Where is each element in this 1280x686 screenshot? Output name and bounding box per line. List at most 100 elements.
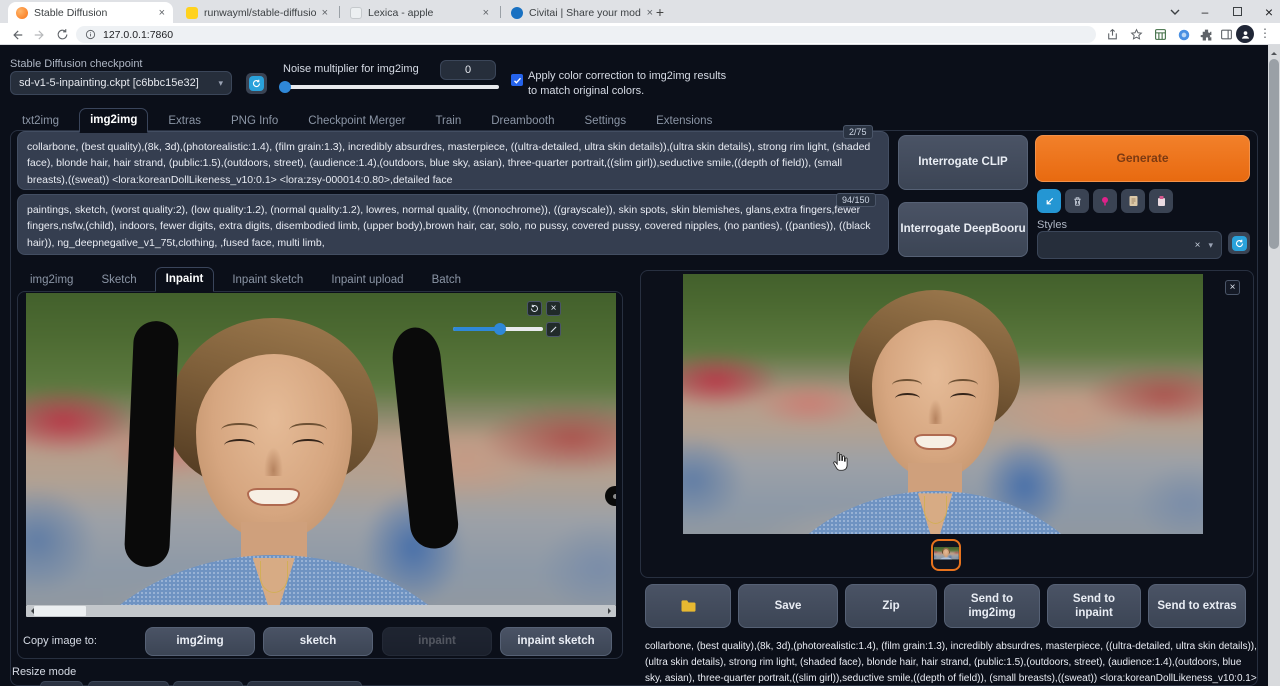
refresh-icon: [1232, 236, 1247, 251]
browser-tab-civitai[interactable]: Civitai | Share your models ×: [503, 2, 661, 23]
browser-tab-runwayml[interactable]: runwayml/stable-diffusion-inpai ×: [178, 2, 336, 23]
resize-option[interactable]: [247, 681, 362, 686]
generate-button[interactable]: Generate: [1035, 135, 1250, 182]
save-style-button[interactable]: [1149, 189, 1173, 213]
scrollbar-thumb[interactable]: [1269, 59, 1279, 249]
close-gallery-button[interactable]: ×: [1225, 280, 1240, 295]
tab-img2img-mode[interactable]: img2img: [20, 269, 83, 292]
tab-dreambooth[interactable]: Dreambooth: [481, 110, 564, 133]
brush-button[interactable]: [546, 322, 561, 337]
scroll-up-icon[interactable]: [1271, 49, 1277, 55]
tab-batch[interactable]: Batch: [422, 269, 471, 292]
mouse-pointer-cursor: [831, 451, 850, 473]
style-card-icon: [1128, 195, 1139, 207]
extension-blue-icon[interactable]: [1175, 26, 1192, 43]
window-minimize-button[interactable]: –: [1190, 0, 1220, 23]
browser-tab-lexica[interactable]: Lexica - apple ×: [342, 2, 497, 23]
tab-close-icon[interactable]: ×: [483, 7, 489, 19]
share-icon[interactable]: [1104, 26, 1121, 43]
photo-person: [839, 290, 1031, 534]
resize-option[interactable]: [40, 681, 83, 686]
window-maximize-button[interactable]: [1222, 0, 1252, 23]
browser-menu-icon[interactable]: ⋮: [1259, 26, 1271, 40]
interrogate-deepbooru-button[interactable]: Interrogate DeepBooru: [898, 202, 1028, 257]
scroll-right-icon[interactable]: [608, 608, 614, 614]
scrollbar-thumb[interactable]: [34, 606, 86, 616]
styles-dropdown[interactable]: × ▾: [1037, 231, 1222, 259]
noise-multiplier-input[interactable]: 0: [440, 60, 496, 80]
save-button[interactable]: Save: [738, 584, 838, 628]
zip-button[interactable]: Zip: [845, 584, 937, 628]
extensions-puzzle-icon[interactable]: [1198, 26, 1215, 43]
copy-to-img2img-button[interactable]: img2img: [145, 627, 255, 656]
tab-img2img[interactable]: img2img: [79, 108, 148, 133]
profile-avatar[interactable]: [1236, 25, 1254, 43]
tab-train[interactable]: Train: [425, 110, 471, 133]
tab-extensions[interactable]: Extensions: [646, 110, 722, 133]
back-icon[interactable]: [8, 26, 25, 43]
styles-refresh-button[interactable]: [1228, 232, 1250, 254]
tab-settings[interactable]: Settings: [575, 110, 637, 133]
extension-grid-icon[interactable]: [1152, 26, 1169, 43]
noise-multiplier-slider[interactable]: [281, 85, 499, 89]
apply-style-button[interactable]: [1121, 189, 1145, 213]
civitai-favicon-icon: [511, 7, 523, 19]
resize-option[interactable]: [88, 681, 169, 686]
inpaint-canvas[interactable]: ×: [26, 293, 616, 605]
extra-networks-button[interactable]: [1093, 189, 1117, 213]
tab-txt2img[interactable]: txt2img: [12, 110, 69, 133]
checkpoint-refresh-button[interactable]: [246, 73, 267, 94]
browser-navbar: 127.0.0.1:7860 ⋮: [0, 23, 1280, 45]
negative-prompt-token-counter: 94/150: [836, 193, 876, 207]
undo-button[interactable]: [527, 301, 542, 316]
tab-png-info[interactable]: PNG Info: [221, 110, 288, 133]
copy-to-inpaint-button[interactable]: inpaint: [382, 627, 492, 656]
checkpoint-dropdown[interactable]: sd-v1-5-inpainting.ckpt [c6bbc15e32] ▾: [10, 71, 232, 95]
new-tab-button[interactable]: +: [650, 3, 670, 23]
canvas-horizontal-scrollbar[interactable]: [26, 605, 616, 617]
save-style-icon: [1156, 195, 1167, 207]
send-to-extras-button[interactable]: Send to extras: [1148, 584, 1246, 628]
bookmark-star-icon[interactable]: [1128, 26, 1145, 43]
brush-size-slider[interactable]: [453, 327, 543, 331]
interrogate-clip-button[interactable]: Interrogate CLIP: [898, 135, 1028, 190]
open-folder-button[interactable]: [645, 584, 731, 628]
clear-styles-icon[interactable]: ×: [1195, 240, 1201, 251]
browser-tab-stable-diffusion[interactable]: Stable Diffusion ×: [8, 2, 173, 23]
slider-thumb[interactable]: [279, 81, 291, 93]
page-scrollbar[interactable]: [1268, 45, 1280, 686]
tab-close-icon[interactable]: ×: [159, 7, 165, 19]
window-close-button[interactable]: ×: [1254, 0, 1280, 23]
huggingface-favicon-icon: [186, 7, 198, 19]
gallery-thumbnail[interactable]: [931, 539, 961, 571]
tab-extras[interactable]: Extras: [158, 110, 211, 133]
tab-title: Lexica - apple: [368, 7, 477, 19]
send-to-img2img-button[interactable]: Send to img2img: [944, 584, 1040, 628]
result-image[interactable]: [683, 274, 1203, 534]
reload-icon[interactable]: [54, 26, 71, 43]
clear-image-button[interactable]: ×: [546, 301, 561, 316]
tab-checkpoint-merger[interactable]: Checkpoint Merger: [298, 110, 415, 133]
tab-inpaint[interactable]: Inpaint: [155, 267, 215, 292]
resize-option[interactable]: [173, 681, 243, 686]
forward-icon[interactable]: [31, 26, 48, 43]
address-bar[interactable]: 127.0.0.1:7860: [76, 26, 1096, 43]
tab-inpaint-sketch[interactable]: Inpaint sketch: [222, 269, 313, 292]
chevron-down-icon[interactable]: ▾: [1208, 240, 1213, 251]
clear-prompt-button[interactable]: [1065, 189, 1089, 213]
color-correction-checkbox[interactable]: [511, 74, 523, 86]
site-info-icon[interactable]: [85, 29, 96, 40]
copy-to-inpaint-sketch-button[interactable]: inpaint sketch: [500, 627, 612, 656]
side-panel-icon[interactable]: [1218, 26, 1235, 43]
copy-image-to-label: Copy image to:: [23, 635, 97, 647]
tab-sketch[interactable]: Sketch: [91, 269, 146, 292]
send-to-inpaint-button[interactable]: Send to inpaint: [1047, 584, 1141, 628]
folder-icon: [680, 599, 697, 613]
tab-search-chevron-icon[interactable]: [1160, 0, 1190, 23]
paste-generation-params-button[interactable]: [1037, 189, 1061, 213]
prompt-textarea[interactable]: collarbone, (best quality),(8k, 3d),(pho…: [17, 131, 889, 190]
negative-prompt-textarea[interactable]: paintings, sketch, (worst quality:2), (l…: [17, 194, 889, 255]
tab-inpaint-upload[interactable]: Inpaint upload: [321, 269, 413, 292]
copy-to-sketch-button[interactable]: sketch: [263, 627, 373, 656]
tab-close-icon[interactable]: ×: [322, 7, 328, 19]
